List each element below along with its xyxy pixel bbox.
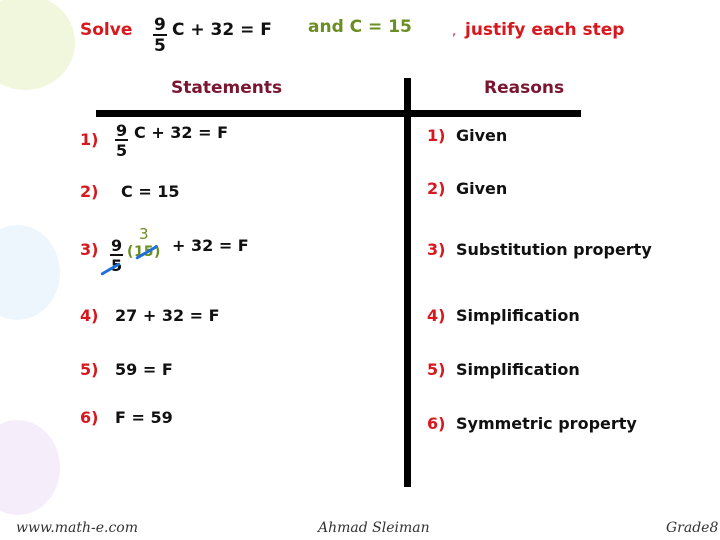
reason-number: 6) (427, 414, 446, 433)
statement-number: 2) (80, 182, 99, 201)
reason-4-text: Simplification (456, 306, 580, 325)
statement-number: 3) (80, 240, 99, 259)
statement-number: 5) (80, 360, 99, 379)
statement-3-text: + 32 = F (172, 236, 249, 255)
decorative-apple-icon (0, 0, 75, 90)
frac-num: 9 (110, 236, 124, 256)
statement-4-text: 27 + 32 = F (115, 306, 220, 325)
reason-number: 4) (427, 306, 446, 325)
reason-2-text: Given (456, 179, 508, 198)
t-chart-vertical-divider (404, 78, 411, 487)
t-chart-horizontal-divider (96, 110, 581, 117)
statement-1-text: C + 32 = F (134, 123, 229, 142)
title-frac-num: 9 (153, 15, 167, 36)
statement-number: 4) (80, 306, 99, 325)
statement-1-fraction: 9 5 (115, 121, 129, 160)
statement-2-text: C = 15 (121, 182, 180, 201)
statement-6-text: F = 59 (115, 408, 173, 427)
footer-author: Ahmad Sleiman (318, 520, 430, 536)
reason-number: 2) (427, 179, 446, 198)
statement-number: 6) (80, 408, 99, 427)
reduced-value: 3 (139, 225, 149, 243)
statement-number: 1) (80, 130, 99, 149)
decorative-apple-icon (0, 225, 60, 320)
decorative-apple-icon (0, 420, 60, 515)
footer-website: www.math-e.com (16, 520, 139, 536)
title-equation: C + 32 = F (172, 20, 272, 40)
reason-6-text: Symmetric property (456, 414, 637, 433)
paren-open: ( (127, 244, 134, 260)
title-solve: Solve (80, 20, 133, 40)
reason-number: 5) (427, 360, 446, 379)
reason-number: 3) (427, 240, 446, 259)
statement-5-text: 59 = F (115, 360, 173, 379)
frac-den: 5 (116, 141, 128, 160)
header-reasons: Reasons (484, 78, 565, 98)
title-given-value: and C = 15 (308, 17, 412, 37)
title-comma: , (452, 24, 457, 39)
footer-grade: Grade8 (666, 520, 719, 536)
reason-3-text: Substitution property (456, 240, 652, 259)
reason-5-text: Simplification (456, 360, 580, 379)
title-frac-den: 5 (154, 36, 166, 56)
title-fraction: 9 5 (153, 17, 167, 55)
frac-num: 9 (115, 121, 129, 141)
title-instruction: justify each step (465, 20, 625, 40)
reason-number: 1) (427, 126, 446, 145)
reason-1-text: Given (456, 126, 508, 145)
header-statements: Statements (171, 78, 283, 98)
